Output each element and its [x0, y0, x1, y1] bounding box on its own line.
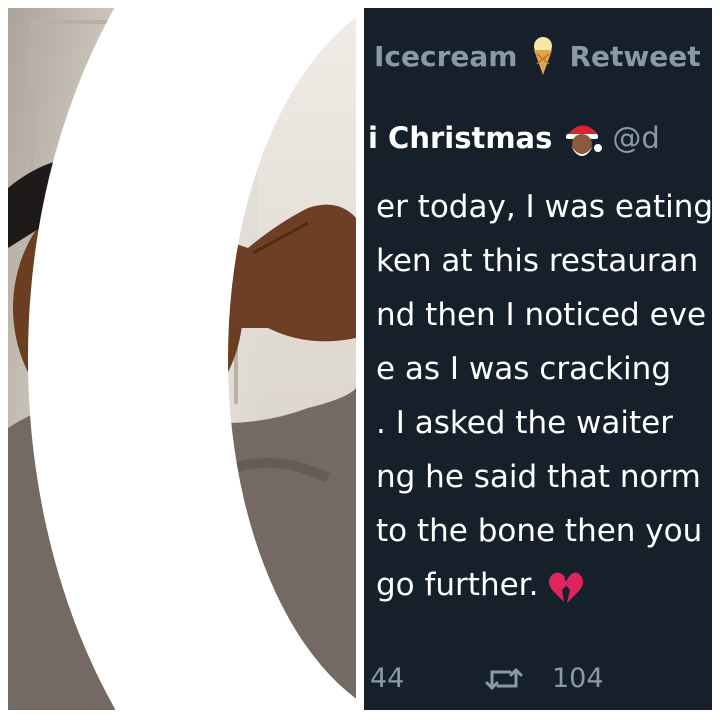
tweet-line: ng he said that norm — [376, 459, 701, 495]
person-figure — [8, 156, 356, 710]
author-row[interactable]: i Christmas @d — [368, 118, 660, 158]
santa-emoji-icon — [562, 118, 603, 158]
tweet-line: ken at this restauran — [376, 243, 699, 279]
tweet-line: er today, I was eating — [376, 189, 712, 225]
tweet-line-last: go further. — [376, 558, 712, 612]
tweet-card: Icecream Retweet i Christmas @d er today… — [364, 8, 712, 710]
tweet-line: nd then I noticed eve — [376, 297, 707, 333]
profile-photo — [8, 8, 356, 710]
retweet-icon[interactable] — [484, 664, 524, 694]
icecream-icon — [531, 36, 555, 76]
reply-count[interactable]: 44 — [370, 663, 484, 694]
tweet-line: go further. — [376, 567, 539, 603]
tweet-line: . I asked the waiter — [376, 405, 673, 441]
author-display-name[interactable]: i Christmas — [368, 121, 552, 155]
tweet-line: to the bone then you — [376, 513, 703, 549]
tweet-line: e as I was cracking — [376, 351, 671, 387]
retweet-context[interactable]: Icecream Retweet — [374, 36, 701, 76]
tweet-text: er today, I was eating ken at this resta… — [376, 180, 712, 612]
author-handle[interactable]: @d — [612, 121, 659, 155]
retweeter-name[interactable]: Icecream — [374, 40, 517, 73]
retweeted-label: Retweet — [569, 39, 701, 73]
retweet-count[interactable]: 104 — [552, 663, 604, 694]
tweet-actions: 44 104 — [370, 663, 604, 694]
broken-heart-icon — [548, 570, 584, 604]
